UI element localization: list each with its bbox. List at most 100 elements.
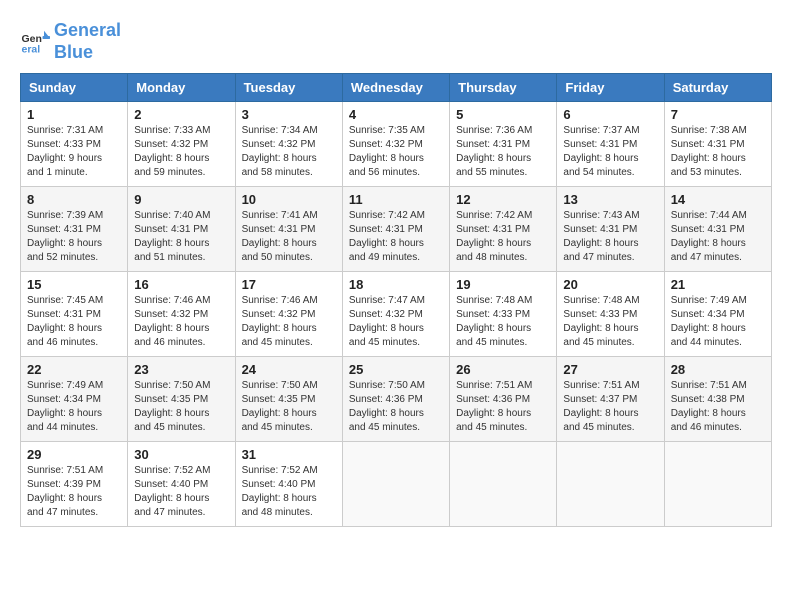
calendar-cell: 16 Sunrise: 7:46 AM Sunset: 4:32 PM Dayl… [128, 272, 235, 357]
day-info: Sunrise: 7:50 AM Sunset: 4:35 PM Dayligh… [242, 379, 336, 435]
calendar-header-row: SundayMondayTuesdayWednesdayThursdayFrid… [21, 74, 772, 102]
day-number: 9 [134, 192, 228, 207]
calendar-cell: 15 Sunrise: 7:45 AM Sunset: 4:31 PM Dayl… [21, 272, 128, 357]
day-number: 25 [349, 362, 443, 377]
logo: Gen eral General Blue [20, 20, 121, 63]
calendar-cell: 9 Sunrise: 7:40 AM Sunset: 4:31 PM Dayli… [128, 187, 235, 272]
calendar-week-row: 22 Sunrise: 7:49 AM Sunset: 4:34 PM Dayl… [21, 357, 772, 442]
calendar-cell: 11 Sunrise: 7:42 AM Sunset: 4:31 PM Dayl… [342, 187, 449, 272]
svg-text:eral: eral [22, 43, 41, 55]
day-number: 21 [671, 277, 765, 292]
day-info: Sunrise: 7:31 AM Sunset: 4:33 PM Dayligh… [27, 124, 121, 180]
day-number: 27 [563, 362, 657, 377]
day-of-week-header: Friday [557, 74, 664, 102]
day-number: 13 [563, 192, 657, 207]
day-of-week-header: Wednesday [342, 74, 449, 102]
day-number: 5 [456, 107, 550, 122]
day-number: 1 [27, 107, 121, 122]
day-number: 17 [242, 277, 336, 292]
calendar-week-row: 29 Sunrise: 7:51 AM Sunset: 4:39 PM Dayl… [21, 442, 772, 527]
calendar-cell: 2 Sunrise: 7:33 AM Sunset: 4:32 PM Dayli… [128, 102, 235, 187]
day-info: Sunrise: 7:45 AM Sunset: 4:31 PM Dayligh… [27, 294, 121, 350]
day-info: Sunrise: 7:46 AM Sunset: 4:32 PM Dayligh… [134, 294, 228, 350]
calendar-cell: 10 Sunrise: 7:41 AM Sunset: 4:31 PM Dayl… [235, 187, 342, 272]
day-info: Sunrise: 7:50 AM Sunset: 4:36 PM Dayligh… [349, 379, 443, 435]
calendar-cell: 26 Sunrise: 7:51 AM Sunset: 4:36 PM Dayl… [450, 357, 557, 442]
day-info: Sunrise: 7:49 AM Sunset: 4:34 PM Dayligh… [27, 379, 121, 435]
day-number: 19 [456, 277, 550, 292]
day-number: 29 [27, 447, 121, 462]
day-info: Sunrise: 7:52 AM Sunset: 4:40 PM Dayligh… [134, 464, 228, 520]
day-info: Sunrise: 7:51 AM Sunset: 4:36 PM Dayligh… [456, 379, 550, 435]
calendar-cell: 17 Sunrise: 7:46 AM Sunset: 4:32 PM Dayl… [235, 272, 342, 357]
day-info: Sunrise: 7:35 AM Sunset: 4:32 PM Dayligh… [349, 124, 443, 180]
day-info: Sunrise: 7:36 AM Sunset: 4:31 PM Dayligh… [456, 124, 550, 180]
calendar-cell: 12 Sunrise: 7:42 AM Sunset: 4:31 PM Dayl… [450, 187, 557, 272]
calendar-cell [557, 442, 664, 527]
calendar-cell: 5 Sunrise: 7:36 AM Sunset: 4:31 PM Dayli… [450, 102, 557, 187]
day-number: 24 [242, 362, 336, 377]
calendar-cell: 28 Sunrise: 7:51 AM Sunset: 4:38 PM Dayl… [664, 357, 771, 442]
calendar-cell: 13 Sunrise: 7:43 AM Sunset: 4:31 PM Dayl… [557, 187, 664, 272]
day-info: Sunrise: 7:39 AM Sunset: 4:31 PM Dayligh… [27, 209, 121, 265]
day-info: Sunrise: 7:51 AM Sunset: 4:39 PM Dayligh… [27, 464, 121, 520]
calendar-cell: 29 Sunrise: 7:51 AM Sunset: 4:39 PM Dayl… [21, 442, 128, 527]
calendar-table: SundayMondayTuesdayWednesdayThursdayFrid… [20, 73, 772, 527]
calendar-cell: 4 Sunrise: 7:35 AM Sunset: 4:32 PM Dayli… [342, 102, 449, 187]
calendar-cell: 14 Sunrise: 7:44 AM Sunset: 4:31 PM Dayl… [664, 187, 771, 272]
day-number: 2 [134, 107, 228, 122]
day-number: 31 [242, 447, 336, 462]
calendar-cell: 21 Sunrise: 7:49 AM Sunset: 4:34 PM Dayl… [664, 272, 771, 357]
day-number: 28 [671, 362, 765, 377]
calendar-cell: 19 Sunrise: 7:48 AM Sunset: 4:33 PM Dayl… [450, 272, 557, 357]
day-info: Sunrise: 7:47 AM Sunset: 4:32 PM Dayligh… [349, 294, 443, 350]
day-info: Sunrise: 7:41 AM Sunset: 4:31 PM Dayligh… [242, 209, 336, 265]
day-info: Sunrise: 7:44 AM Sunset: 4:31 PM Dayligh… [671, 209, 765, 265]
day-number: 10 [242, 192, 336, 207]
day-info: Sunrise: 7:34 AM Sunset: 4:32 PM Dayligh… [242, 124, 336, 180]
calendar-cell: 8 Sunrise: 7:39 AM Sunset: 4:31 PM Dayli… [21, 187, 128, 272]
day-info: Sunrise: 7:46 AM Sunset: 4:32 PM Dayligh… [242, 294, 336, 350]
calendar-cell [342, 442, 449, 527]
day-number: 11 [349, 192, 443, 207]
day-number: 15 [27, 277, 121, 292]
day-of-week-header: Monday [128, 74, 235, 102]
day-info: Sunrise: 7:33 AM Sunset: 4:32 PM Dayligh… [134, 124, 228, 180]
day-number: 26 [456, 362, 550, 377]
day-info: Sunrise: 7:43 AM Sunset: 4:31 PM Dayligh… [563, 209, 657, 265]
day-info: Sunrise: 7:48 AM Sunset: 4:33 PM Dayligh… [456, 294, 550, 350]
day-number: 22 [27, 362, 121, 377]
calendar-cell: 30 Sunrise: 7:52 AM Sunset: 4:40 PM Dayl… [128, 442, 235, 527]
day-of-week-header: Sunday [21, 74, 128, 102]
calendar-week-row: 8 Sunrise: 7:39 AM Sunset: 4:31 PM Dayli… [21, 187, 772, 272]
day-of-week-header: Saturday [664, 74, 771, 102]
day-info: Sunrise: 7:42 AM Sunset: 4:31 PM Dayligh… [349, 209, 443, 265]
calendar-cell: 31 Sunrise: 7:52 AM Sunset: 4:40 PM Dayl… [235, 442, 342, 527]
logo-text: General Blue [54, 20, 121, 63]
day-info: Sunrise: 7:52 AM Sunset: 4:40 PM Dayligh… [242, 464, 336, 520]
calendar-week-row: 15 Sunrise: 7:45 AM Sunset: 4:31 PM Dayl… [21, 272, 772, 357]
day-number: 14 [671, 192, 765, 207]
day-number: 6 [563, 107, 657, 122]
calendar-cell: 20 Sunrise: 7:48 AM Sunset: 4:33 PM Dayl… [557, 272, 664, 357]
calendar-cell: 22 Sunrise: 7:49 AM Sunset: 4:34 PM Dayl… [21, 357, 128, 442]
calendar-cell: 3 Sunrise: 7:34 AM Sunset: 4:32 PM Dayli… [235, 102, 342, 187]
day-info: Sunrise: 7:48 AM Sunset: 4:33 PM Dayligh… [563, 294, 657, 350]
day-info: Sunrise: 7:49 AM Sunset: 4:34 PM Dayligh… [671, 294, 765, 350]
calendar-cell: 1 Sunrise: 7:31 AM Sunset: 4:33 PM Dayli… [21, 102, 128, 187]
day-number: 18 [349, 277, 443, 292]
day-info: Sunrise: 7:40 AM Sunset: 4:31 PM Dayligh… [134, 209, 228, 265]
day-number: 20 [563, 277, 657, 292]
day-of-week-header: Thursday [450, 74, 557, 102]
calendar-cell: 24 Sunrise: 7:50 AM Sunset: 4:35 PM Dayl… [235, 357, 342, 442]
day-of-week-header: Tuesday [235, 74, 342, 102]
day-number: 23 [134, 362, 228, 377]
calendar-cell: 18 Sunrise: 7:47 AM Sunset: 4:32 PM Dayl… [342, 272, 449, 357]
day-number: 16 [134, 277, 228, 292]
day-number: 30 [134, 447, 228, 462]
calendar-cell: 7 Sunrise: 7:38 AM Sunset: 4:31 PM Dayli… [664, 102, 771, 187]
calendar-cell: 6 Sunrise: 7:37 AM Sunset: 4:31 PM Dayli… [557, 102, 664, 187]
calendar-cell: 27 Sunrise: 7:51 AM Sunset: 4:37 PM Dayl… [557, 357, 664, 442]
day-number: 8 [27, 192, 121, 207]
day-number: 4 [349, 107, 443, 122]
